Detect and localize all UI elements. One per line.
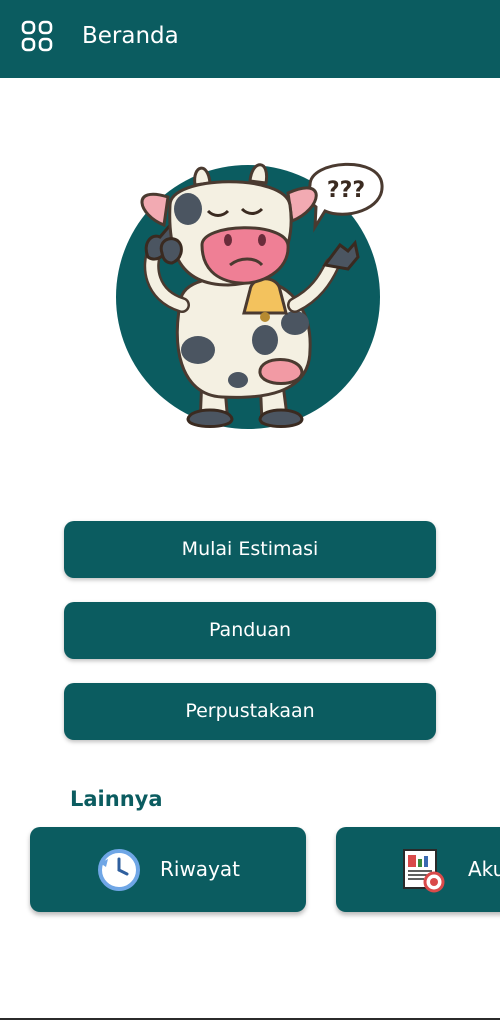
others-section-title: Lainnya <box>70 787 163 811</box>
confused-cow-illustration: ??? <box>116 162 384 429</box>
report-document-icon <box>403 849 445 893</box>
bottom-divider <box>0 1018 500 1020</box>
history-card-label: Riwayat <box>160 857 240 881</box>
history-clock-icon <box>98 849 140 891</box>
report-card-label: Aku <box>468 857 500 881</box>
report-card[interactable]: Aku <box>336 827 500 912</box>
history-card[interactable]: Riwayat <box>30 827 306 912</box>
guide-button[interactable]: Panduan <box>64 602 436 659</box>
speech-bubble-text: ??? <box>327 178 365 203</box>
library-button[interactable]: Perpustakaan <box>64 683 436 740</box>
grid-menu-icon[interactable] <box>20 19 54 53</box>
app-bar: Beranda <box>0 0 500 78</box>
page-title: Beranda <box>82 23 179 49</box>
start-estimation-button[interactable]: Mulai Estimasi <box>64 521 436 578</box>
